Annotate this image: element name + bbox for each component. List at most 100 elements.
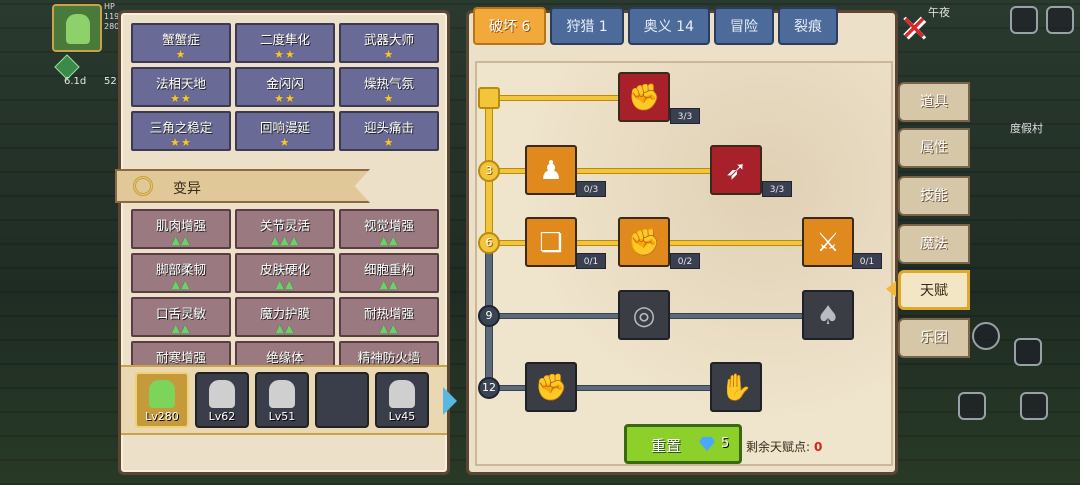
mutation-label: 精神防火墙 (357, 350, 421, 365)
trait-cell[interactable]: 蟹蟹症 ★ (131, 23, 231, 63)
punch-icon: ✊ (628, 228, 661, 258)
mutation-cell[interactable]: 皮肤硬化 ▲▲ (235, 253, 335, 293)
talent-node-locked-gauntlet[interactable]: ✋ (710, 362, 762, 412)
mutation-label: 肌肉增强 (155, 218, 206, 233)
mutation-cell[interactable]: 视觉增强 ▲▲ (339, 209, 439, 249)
fist-icon: ✊ (535, 373, 568, 403)
side-tab-band[interactable]: 乐团 (898, 318, 970, 358)
level-badge: 3 (478, 160, 500, 182)
scroll-right-arrow-icon[interactable] (443, 387, 457, 415)
mutation-cell[interactable]: 口舌灵敏 ▲▲ (131, 297, 231, 337)
tab-destroy[interactable]: 破坏 6 (473, 7, 547, 45)
trait-label: 蟹蟹症 (162, 32, 200, 47)
triangle-icon: ▲▲ (171, 234, 191, 247)
level-badge: 12 (478, 377, 500, 399)
trait-cell[interactable]: 回响漫延 ★ (235, 111, 335, 151)
talent-node-locked-fist[interactable]: ✊ (525, 362, 577, 412)
tab-hunt[interactable]: 狩猎 1 (550, 7, 624, 45)
traits-panel: 蟹蟹症 ★ 二度隼化 ★★ 武器大师 ★ 法相天地 ★★ 金闪闪 ★★ 燥热气氛 ★ 三角之… (115, 10, 457, 475)
talent-node-arm-wrestle[interactable]: ✊ (618, 72, 670, 122)
talent-node-arrow[interactable]: ➶ (710, 145, 762, 195)
tab-adventure[interactable]: 冒险 (713, 7, 774, 45)
shield-icon[interactable] (1014, 338, 1042, 366)
dna-icon (133, 176, 153, 196)
mutation-cell[interactable]: 细胞重构 ▲▲ (339, 253, 439, 293)
triangle-icon: ▲▲▲ (270, 234, 300, 247)
side-tab-attributes[interactable]: 属性 (898, 128, 970, 168)
character-portrait (389, 380, 415, 408)
talent-node-blade[interactable]: ⚔ (802, 217, 854, 267)
tree-branch (490, 95, 620, 101)
exit-icon[interactable] (1046, 6, 1074, 34)
node-count: 0/1 (852, 253, 882, 269)
trait-cell[interactable]: 金闪闪 ★★ (235, 67, 335, 107)
character-slot[interactable]: Lv51 (255, 372, 309, 428)
star-icon: ★ (175, 48, 187, 61)
trait-cell[interactable]: 法相天地 ★★ (131, 67, 231, 107)
character-slot[interactable]: Lv62 (195, 372, 249, 428)
mutation-cell[interactable]: 脚部柔韧 ▲▲ (131, 253, 231, 293)
remaining-points: 剩余天赋点: 0 (746, 438, 822, 455)
mutation-label: 脚部柔韧 (155, 262, 206, 277)
points-value: 0 (814, 440, 823, 454)
trait-label: 回响漫延 (259, 120, 310, 135)
sword-icon[interactable] (958, 392, 986, 420)
node-count: 0/3 (576, 181, 606, 197)
tab-mystery[interactable]: 奥义 14 (627, 7, 710, 45)
bow-icon[interactable] (1020, 392, 1048, 420)
triangle-icon: ▲▲ (275, 322, 295, 335)
reset-button[interactable]: 重置 5 (624, 424, 742, 464)
time-readout: 6.1d (64, 76, 87, 87)
mutation-label: 细胞重构 (363, 262, 414, 277)
tree-root (478, 87, 500, 109)
triangle-icon: ▲▲ (171, 278, 191, 291)
side-tab-magic[interactable]: 魔法 (898, 224, 970, 264)
trait-cell[interactable]: 二度隼化 ★★ (235, 23, 335, 63)
character-slot[interactable]: Lv280 (135, 372, 189, 428)
level-badge: 9 (478, 305, 500, 327)
player-avatar[interactable] (52, 4, 102, 52)
globe-icon[interactable] (1010, 6, 1038, 34)
close-icon[interactable]: ✕ (900, 12, 929, 46)
node-count: 0/1 (576, 253, 606, 269)
count-readout: 52 (104, 76, 117, 87)
tree-branch (490, 168, 714, 174)
mutation-cell[interactable]: 耐热增强 ▲▲ (339, 297, 439, 337)
triangle-icon: ▲▲ (379, 278, 399, 291)
trait-label: 燥热气氛 (363, 76, 414, 91)
talent-node-locked-mask[interactable]: ♠ (802, 290, 854, 340)
mutation-label: 魔力护膜 (259, 306, 310, 321)
hourglass-icon[interactable] (972, 322, 1000, 350)
trait-label: 迎头痛击 (363, 120, 414, 135)
character-slot-empty[interactable] (315, 372, 369, 428)
trait-label: 法相天地 (155, 76, 206, 91)
character-portrait (209, 380, 235, 408)
mutation-label: 耐热增强 (363, 306, 414, 321)
star-icon: ★ (383, 136, 395, 149)
star-icon: ★ (383, 48, 395, 61)
trait-label: 武器大师 (363, 32, 414, 47)
mutation-cell[interactable]: 关节灵活 ▲▲▲ (235, 209, 335, 249)
mutation-cell[interactable]: 肌肉增强 ▲▲ (131, 209, 231, 249)
talent-tabs: 破坏 6 狩猎 1 奥义 14 冒险 裂痕 (473, 7, 838, 45)
side-tab-items[interactable]: 道具 (898, 82, 970, 122)
mutation-cell[interactable]: 魔力护膜 ▲▲ (235, 297, 335, 337)
trait-cell[interactable]: 三角之稳定 ★★ (131, 111, 231, 151)
tab-rift[interactable]: 裂痕 (777, 7, 838, 45)
side-tab-talent[interactable]: 天赋 (898, 270, 970, 310)
talent-node-locked-ripple[interactable]: ◎ (618, 290, 670, 340)
character-level: Lv62 (208, 410, 236, 423)
trait-cell[interactable]: 武器大师 ★ (339, 23, 439, 63)
trait-cell[interactable]: 迎头痛击 ★ (339, 111, 439, 151)
talent-node-muscle[interactable]: ♟ (525, 145, 577, 195)
cards-icon: ❏ (539, 228, 563, 258)
character-slot[interactable]: Lv45 (375, 372, 429, 428)
trait-cell[interactable]: 燥热气氛 ★ (339, 67, 439, 107)
side-tab-skills[interactable]: 技能 (898, 176, 970, 216)
talent-node-cards[interactable]: ❏ (525, 217, 577, 267)
points-label: 剩余天赋点: (746, 440, 811, 454)
node-count: 3/3 (670, 108, 700, 124)
node-count: 3/3 (762, 181, 792, 197)
ripple-icon: ◎ (632, 301, 656, 331)
talent-node-fist[interactable]: ✊ (618, 217, 670, 267)
